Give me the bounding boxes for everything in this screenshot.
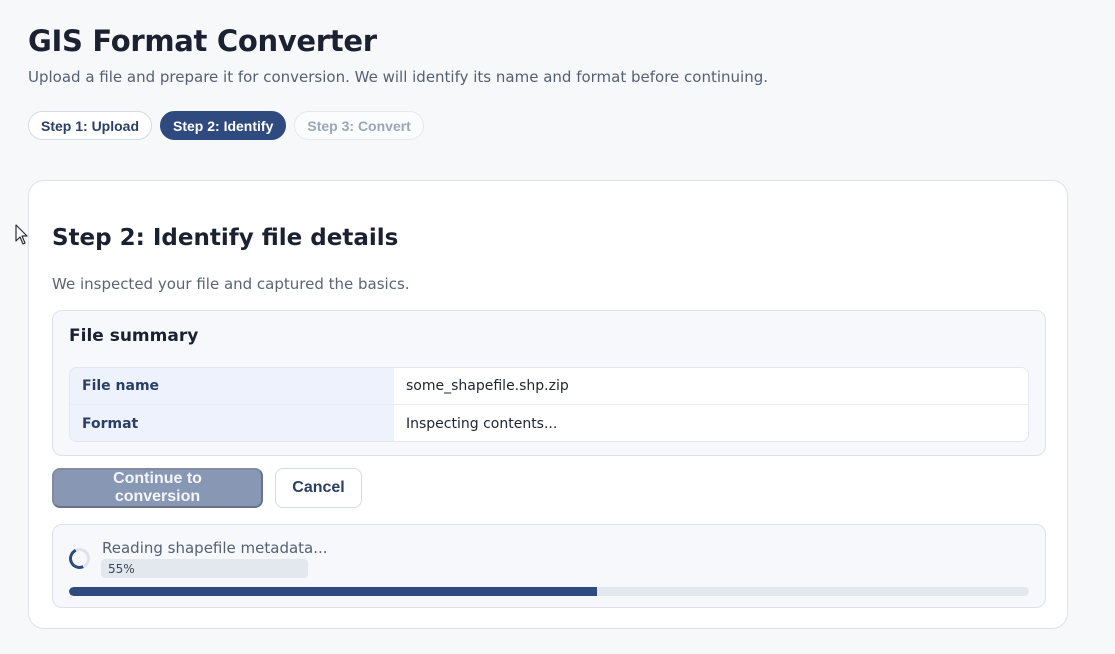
identify-card: Step 2: Identify file details We inspect… — [28, 180, 1068, 629]
progress-bar-track — [69, 587, 1029, 596]
continue-to-conversion-button[interactable]: Continue to conversion — [52, 468, 263, 508]
step-identify-pill[interactable]: Step 2: Identify — [160, 111, 287, 140]
file-name-label: File name — [70, 368, 394, 405]
card-description: We inspected your file and captured the … — [52, 275, 410, 293]
cancel-button[interactable]: Cancel — [275, 468, 362, 508]
action-bar: Continue to conversion Cancel — [52, 468, 362, 508]
progress-bar-fill — [69, 587, 597, 596]
progress-percent-badge: 55% — [101, 559, 308, 578]
step-convert-pill: Step 3: Convert — [294, 111, 424, 140]
loading-spinner-icon — [66, 545, 93, 572]
format-value: Inspecting contents... — [394, 405, 1028, 441]
page-subtitle: Upload a file and prepare it for convers… — [28, 68, 769, 86]
progress-status-text: Reading shapefile metadata... — [102, 539, 328, 557]
file-summary-title: File summary — [69, 326, 199, 346]
progress-panel: Reading shapefile metadata... 55% — [52, 524, 1046, 608]
mouse-pointer-icon — [15, 224, 28, 245]
page-title: GIS Format Converter — [28, 24, 377, 58]
card-title: Step 2: Identify file details — [52, 225, 399, 251]
step-upload-pill[interactable]: Step 1: Upload — [28, 111, 153, 140]
file-name-value: some_shapefile.shp.zip — [394, 368, 1028, 405]
format-label: Format — [70, 405, 394, 441]
file-summary-panel: File summary File name some_shapefile.sh… — [52, 310, 1046, 456]
step-indicator: Step 1: Upload Step 2: Identify Step 3: … — [28, 111, 424, 140]
file-summary-table: File name some_shapefile.shp.zip Format … — [69, 367, 1029, 442]
